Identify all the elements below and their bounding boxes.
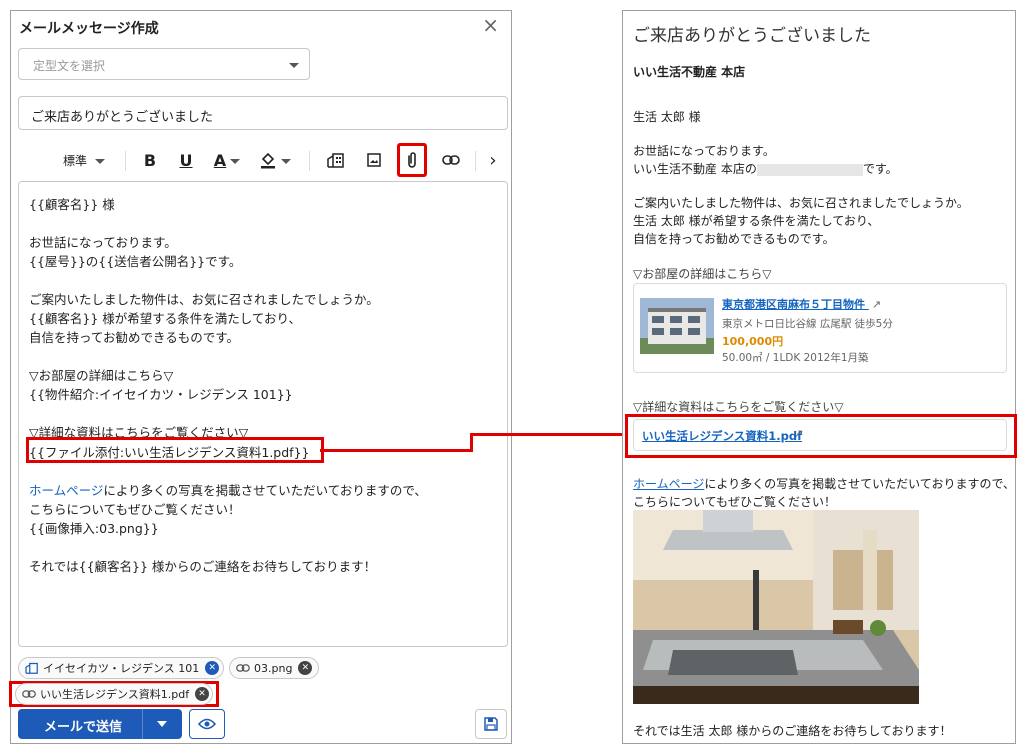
preview-intro-prefix: いい生活不動産 本店の <box>633 162 757 176</box>
file-link-card[interactable]: いい生活レジデンス資料1.pdf ↗ <box>633 419 1007 451</box>
preview-greeting: 生活 太郎 様 <box>633 110 701 124</box>
attach-file-button[interactable] <box>397 143 427 177</box>
format-label: 標準 <box>62 153 87 168</box>
homepage-link[interactable]: ホームページ <box>29 483 103 498</box>
link-icon <box>236 664 250 672</box>
message-editor[interactable]: {{顧客名}} 様 お世話になっております。 {{屋号}}の{{送信者公開名}}… <box>18 181 508 647</box>
underline-button[interactable]: U <box>175 141 197 179</box>
building-icon <box>25 662 38 674</box>
preview-button[interactable] <box>189 709 225 739</box>
chevron-down-icon <box>95 158 105 164</box>
format-dropdown[interactable]: 標準 <box>59 141 109 179</box>
subject-value: ご来店ありがとうございました <box>31 110 214 125</box>
close-icon[interactable]: × <box>482 15 499 35</box>
insert-link-button[interactable] <box>439 141 463 179</box>
remove-chip-icon[interactable]: ✕ <box>205 661 220 675</box>
body-line: こちらについてもぜひご覧ください！ <box>29 502 241 517</box>
remove-chip-icon[interactable]: ✕ <box>195 687 209 701</box>
template-select[interactable]: 定型文を選択 <box>18 48 310 80</box>
property-spec: 50.00㎡ / 1LDK 2012年1月築 <box>722 352 869 364</box>
chevron-down-icon[interactable] <box>157 721 167 727</box>
file-link[interactable]: いい生活レジデンス資料1.pdf <box>642 428 802 444</box>
external-link-icon: ↗ <box>871 298 882 311</box>
preview-room-heading: ▽お部屋の詳細はこちら▽ <box>633 267 772 281</box>
subject-input[interactable]: ご来店ありがとうございました <box>18 96 508 130</box>
insert-image-button[interactable] <box>363 141 385 179</box>
font-color-button[interactable]: A <box>209 141 245 179</box>
preview-hp-line: こちらについてもぜひご覧ください！ <box>633 495 837 509</box>
save-icon <box>484 717 498 731</box>
chevron-down-icon <box>289 63 299 68</box>
preview-intro: お世話になっております。 <box>633 144 775 158</box>
property-access: 東京メトロ日比谷線 広尾駅 徒歩5分 <box>722 318 893 330</box>
bold-button[interactable]: B <box>139 141 161 179</box>
body-line-text: により多くの写真を掲載させていただいておりますので、 <box>103 483 427 498</box>
template-placeholder: 定型文を選択 <box>33 59 106 73</box>
save-draft-button[interactable] <box>475 709 507 739</box>
preview-closing: それでは生活 太郎 様からのご連絡をお待ちしております！ <box>633 724 952 738</box>
property-photo <box>640 298 714 354</box>
eye-icon <box>198 718 216 730</box>
preview-paragraph: 自信を持ってお勧めできるものです。 <box>633 232 835 246</box>
preview-store-name: いい生活不動産 本店 <box>633 65 746 79</box>
compose-title: メールメッセージ作成 <box>19 21 159 37</box>
body-line: {{物件紹介:イイセイカツ・レジデンス 101}} <box>29 387 293 402</box>
attachment-chip-file[interactable]: いい生活レジデンス資料1.pdf ✕ <box>15 683 213 705</box>
property-price: 100,000円 <box>722 335 784 348</box>
insert-property-button[interactable] <box>325 141 347 179</box>
font-color-label: A <box>213 150 227 170</box>
body-line: お世話になっております。 <box>29 235 177 250</box>
external-link-icon: ↗ <box>794 427 804 440</box>
file-attach-placeholder: {{ファイル添付:いい生活レジデンス資料1.pdf}} <box>29 445 310 460</box>
chevron-down-icon <box>230 158 241 164</box>
chip-label: いい生活レジデンス資料1.pdf <box>40 688 190 701</box>
editor-toolbar: 標準 B U A › <box>11 141 511 179</box>
body-line: 自信を持ってお勧めできるものです。 <box>29 330 240 345</box>
fill-color-icon <box>261 152 275 169</box>
toolbar-more-button[interactable]: › <box>485 141 501 179</box>
email-preview-panel: ご来店ありがとうございました いい生活不動産 本店 生活 太郎 様 お世話になっ… <box>622 10 1017 744</box>
blurred-sender-name <box>756 163 863 176</box>
link-icon <box>442 155 460 165</box>
send-label: メールで送信 <box>44 720 123 735</box>
body-line: {{顧客名}} 様が希望する条件を満たしており、 <box>29 311 302 326</box>
send-email-button[interactable]: メールで送信 <box>18 709 182 739</box>
attachment-chip-image[interactable]: 03.png ✕ <box>229 657 319 679</box>
body-line: ▽お部屋の詳細はこちら▽ <box>29 368 174 383</box>
remove-chip-icon[interactable]: ✕ <box>298 661 313 675</box>
body-line: ご案内いたしました物件は、お気に召されましたでしょうか。 <box>29 292 379 307</box>
kitchen-photo <box>633 510 919 704</box>
connector-line <box>320 449 472 452</box>
homepage-link[interactable]: ホームページ <box>633 477 704 491</box>
body-line: {{画像挿入:03.png}} <box>29 521 159 536</box>
body-line: {{屋号}}の{{送信者公開名}}です。 <box>29 254 242 269</box>
building-icon <box>327 153 344 168</box>
body-line: ホームページにより多くの写真を掲載させていただいておりますので、 <box>29 480 427 499</box>
property-name-link[interactable]: 東京都港区南麻布５丁目物件 ↗ <box>722 296 881 312</box>
preview-subject: ご来店ありがとうございました <box>633 26 871 46</box>
preview-intro: いい生活不動産 本店の です。 <box>633 160 898 177</box>
link-icon <box>22 690 36 698</box>
body-line: それでは{{顧客名}} 様からのご連絡をお待ちしております！ <box>29 559 377 574</box>
property-card[interactable]: 東京都港区南麻布５丁目物件 ↗ 東京メトロ日比谷線 広尾駅 徒歩5分 100,0… <box>633 283 1007 373</box>
chip-label: イイセイカツ・レジデンス 101 <box>43 662 200 675</box>
chevron-down-icon <box>281 158 291 164</box>
attachment-chip-property[interactable]: イイセイカツ・レジデンス 101 ✕ <box>18 657 224 679</box>
preview-intro-suffix: です。 <box>862 162 898 176</box>
preview-hp-line: ホームページにより多くの写真を掲載させていただいておりますので、 <box>633 475 1015 492</box>
connector-line <box>470 433 630 436</box>
paperclip-icon <box>408 152 416 168</box>
highlight-color-button[interactable] <box>257 141 293 179</box>
preview-hp-text: により多くの写真を掲載させていただいておりますので、 <box>704 477 1015 491</box>
preview-paragraph: ご案内いたしました物件は、お気に召されましたでしょうか。 <box>633 196 969 210</box>
chip-label: 03.png <box>254 661 293 675</box>
preview-doc-heading: ▽詳細な資料はこちらをご覧ください▽ <box>633 400 844 414</box>
preview-paragraph: 生活 太郎 様が希望する条件を満たしており、 <box>633 214 880 228</box>
compose-panel: メールメッセージ作成 × 定型文を選択 ご来店ありがとうございました 標準 B … <box>9 10 512 744</box>
property-name: 東京都港区南麻布５丁目物件 <box>722 298 865 311</box>
image-icon <box>367 153 381 167</box>
body-line: {{顧客名}} 様 <box>29 197 115 212</box>
